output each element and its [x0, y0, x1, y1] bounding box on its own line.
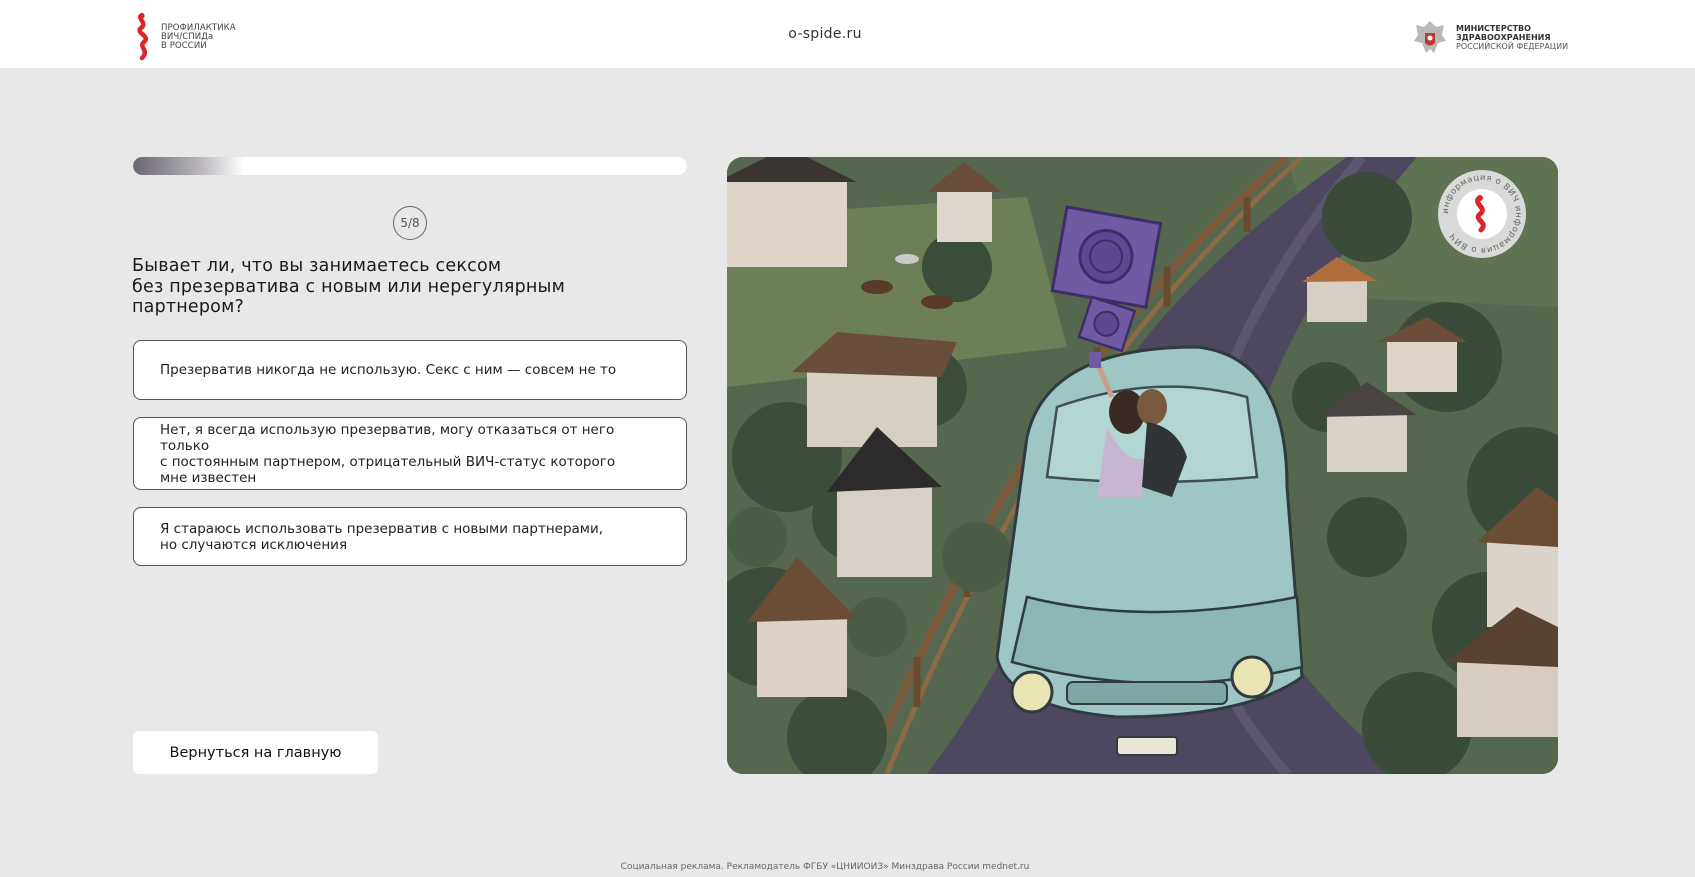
logo-right-line1: МИНИСТЕРСТВО	[1456, 23, 1531, 33]
answer-option-label: Нет, я всегда использую презерватив, мог…	[160, 421, 616, 486]
site-header: ПРОФИЛАКТИКА ВИЧ/СПИДа В РОССИИ o-spide.…	[0, 0, 1695, 68]
village-road-car-illustration: информация о ВИЧ информация о ВИЧ	[727, 157, 1558, 774]
logo-right-line3: РОССИЙСКОЙ ФЕДЕРАЦИИ	[1456, 41, 1569, 51]
hiv-info-stamp: информация о ВИЧ информация о ВИЧ	[1438, 170, 1526, 258]
footer-disclaimer: Социальная реклама. Рекламодатель ФГБУ «…	[620, 862, 1030, 872]
back-to-home-button[interactable]: Вернуться на главную	[133, 731, 378, 774]
site-url[interactable]: o-spide.ru	[0, 26, 1650, 42]
answer-option-label: Я стараюсь использовать презерватив с но…	[160, 520, 604, 553]
logo-ministry-of-health[interactable]: МИНИСТЕРСТВО ЗДРАВООХРАНЕНИЯ РОССИЙСКОЙ …	[1410, 17, 1568, 57]
question-text: Бывает ли, что вы занимаетесь сексом без…	[132, 256, 565, 317]
answer-option-1[interactable]: Презерватив никогда не использую. Секс с…	[133, 340, 687, 400]
step-counter: 5/8	[393, 206, 427, 240]
logo-right-line2: ЗДРАВООХРАНЕНИЯ	[1456, 32, 1551, 42]
progress-fill	[133, 157, 244, 175]
answer-option-2[interactable]: Нет, я всегда использую презерватив, мог…	[133, 417, 687, 490]
quiz-illustration: информация о ВИЧ информация о ВИЧ	[727, 157, 1558, 774]
answer-option-label: Презерватив никогда не использую. Секс с…	[160, 362, 617, 378]
logo-left-line3: В РОССИИ	[161, 40, 207, 51]
quiz-progress-bar	[133, 157, 687, 175]
coat-of-arms-icon	[1414, 21, 1446, 53]
answer-option-3[interactable]: Я стараюсь использовать презерватив с но…	[133, 507, 687, 566]
